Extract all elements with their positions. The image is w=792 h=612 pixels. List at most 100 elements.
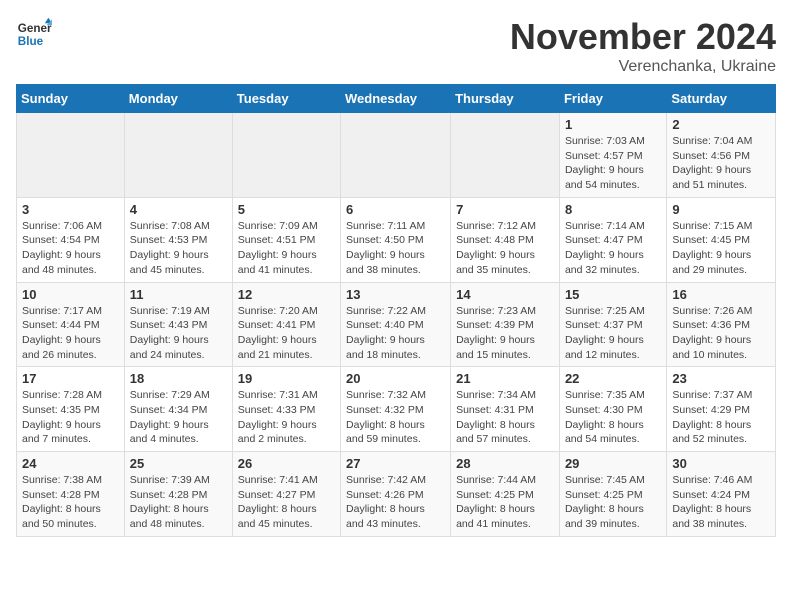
week-row-4: 17 Sunrise: 7:28 AM Sunset: 4:35 PM Dayli… [17,367,776,452]
calendar-cell: 24Sunrise: 7:38 AM Sunset: 4:28 PM Dayli… [17,452,125,537]
day-info: Sunrise: 7:03 AM Sunset: 4:57 PM Dayligh… [565,134,661,193]
calendar-cell: 6 Sunrise: 7:11 AM Sunset: 4:50 PM Daylig… [341,197,451,282]
calendar-cell: 8 Sunrise: 7:14 AM Sunset: 4:47 PM Daylig… [559,197,666,282]
day-number: 10 [22,287,119,302]
day-info: Sunrise: 7:28 AM Sunset: 4:35 PM Dayligh… [22,388,119,447]
day-number: 24 [22,456,119,471]
day-info: Sunrise: 7:45 AM Sunset: 4:25 PM Dayligh… [565,473,661,532]
calendar-cell: 3 Sunrise: 7:06 AM Sunset: 4:54 PM Daylig… [17,197,125,282]
day-info: Sunrise: 7:26 AM Sunset: 4:36 PM Dayligh… [672,304,770,363]
day-number: 9 [672,202,770,217]
day-number: 22 [565,371,661,386]
day-info: Sunrise: 7:11 AM Sunset: 4:50 PM Dayligh… [346,219,445,278]
calendar-table: SundayMondayTuesdayWednesdayThursdayFrid… [16,84,776,537]
calendar-cell: 19Sunrise: 7:31 AM Sunset: 4:33 PM Dayli… [232,367,340,452]
day-info: Sunrise: 7:14 AM Sunset: 4:47 PM Dayligh… [565,219,661,278]
day-number: 3 [22,202,119,217]
day-info: Sunrise: 7:29 AM Sunset: 4:34 PM Dayligh… [130,388,227,447]
calendar-cell [451,113,560,198]
day-number: 6 [346,202,445,217]
calendar-cell: 17 Sunrise: 7:28 AM Sunset: 4:35 PM Dayli… [17,367,125,452]
weekday-header-tuesday: Tuesday [232,85,340,113]
day-number: 30 [672,456,770,471]
day-info: Sunrise: 7:17 AM Sunset: 4:44 PM Dayligh… [22,304,119,363]
day-info: Sunrise: 7:37 AM Sunset: 4:29 PM Dayligh… [672,388,770,447]
day-number: 23 [672,371,770,386]
calendar-cell [232,113,340,198]
day-info: Sunrise: 7:31 AM Sunset: 4:33 PM Dayligh… [238,388,335,447]
weekday-header-row: SundayMondayTuesdayWednesdayThursdayFrid… [17,85,776,113]
calendar-cell: 12 Sunrise: 7:20 AM Sunset: 4:41 PM Dayli… [232,282,340,367]
calendar-cell: 16 Sunrise: 7:26 AM Sunset: 4:36 PM Dayli… [667,282,776,367]
day-number: 13 [346,287,445,302]
calendar-cell: 15 Sunrise: 7:25 AM Sunset: 4:37 PM Dayli… [559,282,666,367]
day-number: 4 [130,202,227,217]
day-info: Sunrise: 7:34 AM Sunset: 4:31 PM Dayligh… [456,388,554,447]
calendar-cell: 4 Sunrise: 7:08 AM Sunset: 4:53 PM Daylig… [124,197,232,282]
day-number: 29 [565,456,661,471]
weekday-header-saturday: Saturday [667,85,776,113]
weekday-header-thursday: Thursday [451,85,560,113]
day-number: 15 [565,287,661,302]
day-number: 7 [456,202,554,217]
day-number: 25 [130,456,227,471]
week-row-5: 24Sunrise: 7:38 AM Sunset: 4:28 PM Dayli… [17,452,776,537]
day-number: 20 [346,371,445,386]
calendar-cell: 25 Sunrise: 7:39 AM Sunset: 4:28 PM Dayli… [124,452,232,537]
day-info: Sunrise: 7:44 AM Sunset: 4:25 PM Dayligh… [456,473,554,532]
day-number: 28 [456,456,554,471]
week-row-3: 10 Sunrise: 7:17 AM Sunset: 4:44 PM Dayli… [17,282,776,367]
calendar-cell: 27 Sunrise: 7:42 AM Sunset: 4:26 PM Dayli… [341,452,451,537]
day-info: Sunrise: 7:20 AM Sunset: 4:41 PM Dayligh… [238,304,335,363]
calendar-cell: 20Sunrise: 7:32 AM Sunset: 4:32 PM Dayli… [341,367,451,452]
calendar-cell: 2 Sunrise: 7:04 AM Sunset: 4:56 PM Daylig… [667,113,776,198]
day-info: Sunrise: 7:46 AM Sunset: 4:24 PM Dayligh… [672,473,770,532]
calendar-cell: 11 Sunrise: 7:19 AM Sunset: 4:43 PM Dayli… [124,282,232,367]
calendar-cell: 22 Sunrise: 7:35 AM Sunset: 4:30 PM Dayli… [559,367,666,452]
day-number: 2 [672,117,770,132]
day-info: Sunrise: 7:09 AM Sunset: 4:51 PM Dayligh… [238,219,335,278]
svg-text:General: General [18,22,52,35]
weekday-header-monday: Monday [124,85,232,113]
calendar-cell: 9 Sunrise: 7:15 AM Sunset: 4:45 PM Daylig… [667,197,776,282]
logo-icon: General Blue [16,16,52,52]
day-number: 21 [456,371,554,386]
calendar-cell: 5Sunrise: 7:09 AM Sunset: 4:51 PM Daylig… [232,197,340,282]
day-info: Sunrise: 7:12 AM Sunset: 4:48 PM Dayligh… [456,219,554,278]
calendar-cell [341,113,451,198]
weekday-header-friday: Friday [559,85,666,113]
week-row-1: 1Sunrise: 7:03 AM Sunset: 4:57 PM Daylig… [17,113,776,198]
day-number: 18 [130,371,227,386]
day-number: 11 [130,287,227,302]
day-info: Sunrise: 7:22 AM Sunset: 4:40 PM Dayligh… [346,304,445,363]
day-info: Sunrise: 7:04 AM Sunset: 4:56 PM Dayligh… [672,134,770,193]
logo: General Blue [16,16,52,52]
day-info: Sunrise: 7:35 AM Sunset: 4:30 PM Dayligh… [565,388,661,447]
day-info: Sunrise: 7:06 AM Sunset: 4:54 PM Dayligh… [22,219,119,278]
week-row-2: 3 Sunrise: 7:06 AM Sunset: 4:54 PM Daylig… [17,197,776,282]
day-info: Sunrise: 7:08 AM Sunset: 4:53 PM Dayligh… [130,219,227,278]
day-info: Sunrise: 7:15 AM Sunset: 4:45 PM Dayligh… [672,219,770,278]
day-info: Sunrise: 7:25 AM Sunset: 4:37 PM Dayligh… [565,304,661,363]
calendar-cell: 10 Sunrise: 7:17 AM Sunset: 4:44 PM Dayli… [17,282,125,367]
calendar-cell: 21 Sunrise: 7:34 AM Sunset: 4:31 PM Dayli… [451,367,560,452]
calendar-cell [17,113,125,198]
calendar-cell: 14Sunrise: 7:23 AM Sunset: 4:39 PM Dayli… [451,282,560,367]
day-number: 27 [346,456,445,471]
title-section: November 2024 Verenchanka, Ukraine [510,16,776,76]
day-info: Sunrise: 7:39 AM Sunset: 4:28 PM Dayligh… [130,473,227,532]
day-info: Sunrise: 7:42 AM Sunset: 4:26 PM Dayligh… [346,473,445,532]
day-number: 8 [565,202,661,217]
calendar-cell [124,113,232,198]
weekday-header-wednesday: Wednesday [341,85,451,113]
calendar-cell: 23 Sunrise: 7:37 AM Sunset: 4:29 PM Dayli… [667,367,776,452]
day-number: 16 [672,287,770,302]
location-subtitle: Verenchanka, Ukraine [510,58,776,76]
day-info: Sunrise: 7:23 AM Sunset: 4:39 PM Dayligh… [456,304,554,363]
calendar-cell: 28 Sunrise: 7:44 AM Sunset: 4:25 PM Dayli… [451,452,560,537]
calendar-cell: 13 Sunrise: 7:22 AM Sunset: 4:40 PM Dayli… [341,282,451,367]
day-number: 17 [22,371,119,386]
weekday-header-sunday: Sunday [17,85,125,113]
day-number: 12 [238,287,335,302]
day-info: Sunrise: 7:19 AM Sunset: 4:43 PM Dayligh… [130,304,227,363]
